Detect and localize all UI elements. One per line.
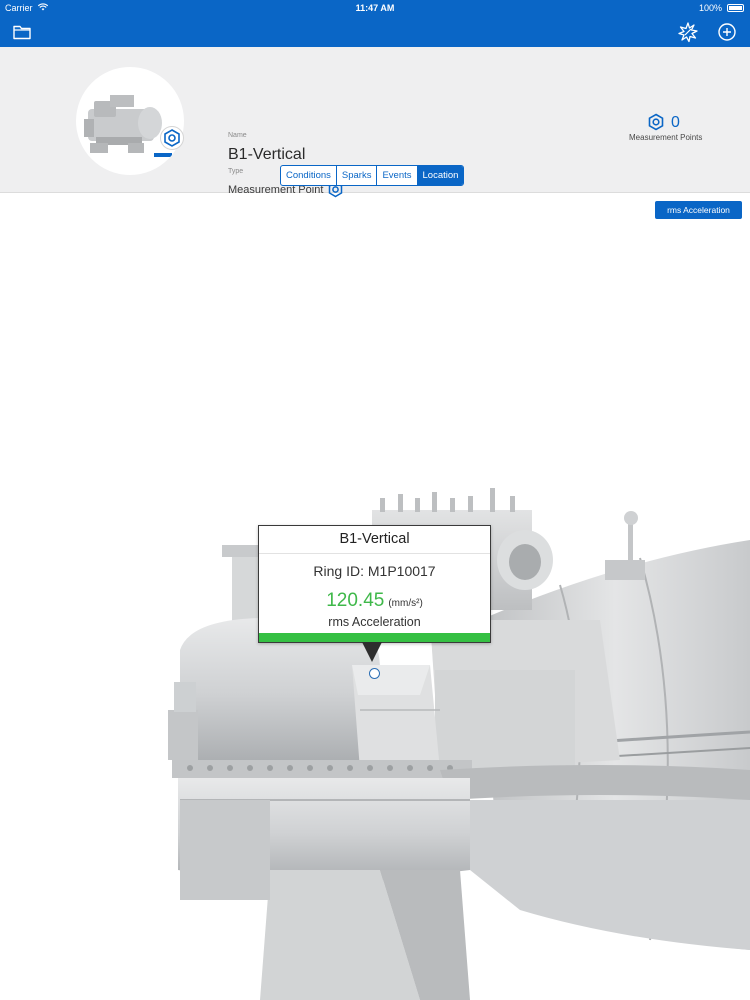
asset-thumbnail[interactable] — [76, 67, 184, 175]
metric-select-button[interactable]: rms Acceleration — [655, 201, 742, 219]
nav-bar — [0, 16, 750, 47]
battery-percent: 100% — [698, 3, 722, 13]
compressor-thumbnail-image — [84, 95, 172, 157]
measurement-callout[interactable]: B1-Vertical Ring ID: M1P10017 120.45 (mm/… — [258, 525, 491, 643]
callout-value-row: 120.45 (mm/s²) — [259, 590, 490, 612]
tab-location[interactable]: Location — [417, 166, 464, 185]
sparks-icon[interactable] — [677, 21, 699, 43]
callout-divider — [259, 553, 490, 554]
status-bar: Carrier 11:47 AM 100% — [0, 0, 750, 16]
callout-ring-id: Ring ID: M1P10017 — [313, 563, 436, 579]
folder-icon[interactable] — [11, 21, 33, 43]
callout-metric: rms Acceleration — [328, 615, 421, 629]
tab-events[interactable]: Events — [377, 166, 418, 185]
clock: 11:47 AM — [355, 3, 395, 13]
measurement-points-count: 0 — [671, 114, 680, 131]
name-label: Name — [228, 132, 247, 139]
measurement-point-marker[interactable] — [369, 668, 380, 679]
screen: Carrier 11:47 AM 100% Name B1-Vertical T… — [0, 0, 750, 1000]
asset-name: B1-Vertical — [228, 146, 306, 163]
measurement-points-label: Measurement Points — [629, 133, 703, 142]
tab-sparks[interactable]: Sparks — [337, 166, 378, 185]
callout-pointer — [362, 642, 382, 662]
battery-icon — [727, 4, 744, 12]
callout-unit: (mm/s²) — [388, 598, 423, 609]
measurement-point-icon — [164, 129, 180, 147]
add-icon[interactable] — [716, 21, 738, 43]
segmented-tabs: Conditions Sparks Events Location — [280, 165, 465, 186]
callout-value: 120.45 — [326, 590, 385, 611]
callout-status-bar — [259, 633, 490, 642]
measurement-point-badge — [160, 126, 184, 150]
callout-title: B1-Vertical — [339, 531, 410, 547]
measurement-points-icon — [648, 113, 664, 131]
type-label: Type — [228, 168, 244, 175]
tab-conditions[interactable]: Conditions — [281, 166, 337, 185]
